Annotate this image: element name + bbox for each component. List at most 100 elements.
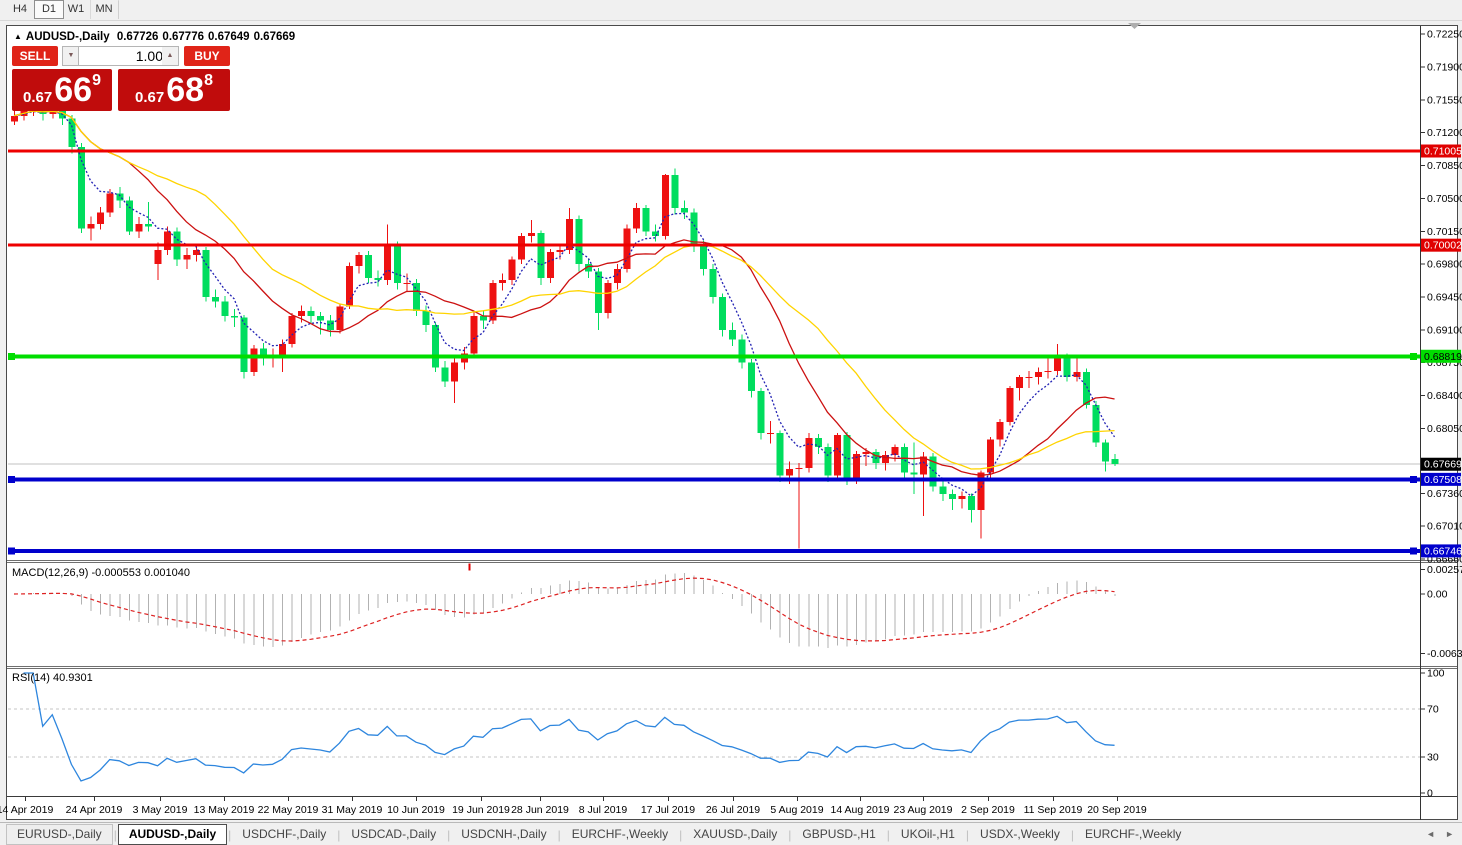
candle-body bbox=[317, 315, 325, 321]
level-handle[interactable] bbox=[8, 475, 15, 483]
candle-body bbox=[240, 317, 248, 373]
tab-eurchf-weekly[interactable]: EURCHF-,Weekly bbox=[1075, 825, 1191, 844]
candle-body bbox=[738, 339, 746, 363]
chevron-down-icon: ▼ bbox=[67, 52, 75, 59]
ohlc-low: 0.67649 bbox=[208, 31, 250, 43]
date-label: 2 Sep 2019 bbox=[961, 804, 1015, 816]
tab-usdcnh-daily[interactable]: USDCNH-,Daily bbox=[451, 825, 556, 844]
chart-symbol-label: AUDUSD-,Daily bbox=[25, 31, 110, 43]
level-handle[interactable] bbox=[1410, 475, 1417, 483]
chart-canvas[interactable]: 0.72250 0.71900 0.71550 0.71200 0.70850 0.705… bbox=[0, 0, 1462, 845]
symbol-tab-bar: EURUSD-,Daily | AUDUSD-,Daily | USDCHF-,Dail… bbox=[0, 822, 1462, 845]
candle-body bbox=[1015, 376, 1023, 389]
candle-body bbox=[901, 447, 909, 473]
rsi-axis-label: 70 bbox=[1427, 704, 1439, 716]
date-label: 10 Jun 2019 bbox=[387, 804, 445, 816]
candle-body bbox=[135, 223, 143, 232]
candle-body bbox=[537, 233, 545, 279]
candle-body bbox=[642, 207, 650, 232]
candle-body bbox=[1034, 372, 1042, 377]
macd-axis-label: -0.006326 bbox=[1427, 648, 1462, 660]
candle-body bbox=[298, 311, 306, 316]
candle-body bbox=[365, 254, 373, 279]
level-handle[interactable] bbox=[1410, 352, 1417, 360]
candle-body bbox=[470, 315, 478, 354]
tab-eurusd-daily[interactable]: EURUSD-,Daily bbox=[6, 824, 113, 845]
candle-body bbox=[834, 435, 842, 476]
candle-body bbox=[776, 433, 784, 476]
candle-body bbox=[939, 486, 947, 495]
candle-body bbox=[355, 254, 363, 267]
tab-scroll-left-icon[interactable]: ◄ bbox=[1426, 829, 1435, 839]
macd-signal-line bbox=[13, 577, 1115, 642]
buy-price-display[interactable]: 0.67 68 8 bbox=[118, 69, 230, 111]
candle-body bbox=[211, 297, 219, 302]
date-label: 3 May 2019 bbox=[133, 804, 188, 816]
level-handle[interactable] bbox=[8, 547, 15, 555]
level-price-label: 0.66746 bbox=[1424, 545, 1462, 557]
candle-body bbox=[968, 496, 975, 511]
candle-body bbox=[164, 231, 172, 251]
price-tick-label: 0.71200 bbox=[1427, 127, 1462, 139]
collapse-triangle-icon[interactable]: ▲ bbox=[14, 32, 22, 41]
price-tick-label: 0.69450 bbox=[1427, 292, 1462, 304]
tab-ukoil-h1[interactable]: UKOil-,H1 bbox=[891, 825, 965, 844]
buy-price-main: 68 bbox=[166, 71, 205, 109]
candle-body bbox=[499, 280, 507, 283]
rsi-axis-label: 100 bbox=[1427, 668, 1445, 680]
ma-line-fast bbox=[13, 110, 1116, 497]
candle-body bbox=[508, 259, 516, 281]
candle-body bbox=[633, 207, 641, 229]
autoscroll-icon[interactable] bbox=[1128, 23, 1141, 29]
candle-body bbox=[805, 437, 813, 468]
date-label: 14 Aug 2019 bbox=[831, 804, 890, 816]
level-handle[interactable] bbox=[8, 352, 15, 360]
candle-body bbox=[518, 235, 526, 260]
rsi-indicator-label: RSI(14) 40.9301 bbox=[12, 672, 93, 684]
candle-body bbox=[11, 115, 18, 122]
candle-body bbox=[384, 245, 392, 281]
macd-marker-tick bbox=[468, 563, 471, 571]
date-label: 8 Jul 2019 bbox=[579, 804, 628, 816]
candle-body bbox=[441, 367, 449, 382]
date-label: 31 May 2019 bbox=[322, 804, 383, 816]
candle-body bbox=[996, 421, 1004, 440]
candle-body bbox=[1054, 358, 1062, 372]
tab-usdcad-daily[interactable]: USDCAD-,Daily bbox=[341, 825, 446, 844]
candle-body bbox=[345, 266, 353, 307]
volume-increase-button[interactable]: ▲ bbox=[162, 46, 179, 66]
tab-usdchf-daily[interactable]: USDCHF-,Daily bbox=[232, 825, 336, 844]
tab-audusd-daily[interactable]: AUDUSD-,Daily bbox=[117, 824, 228, 845]
moving-average-lines bbox=[13, 110, 1116, 497]
buy-button[interactable]: BUY bbox=[184, 46, 230, 66]
candle-body bbox=[374, 278, 382, 281]
level-price-label: 0.70002 bbox=[1424, 240, 1462, 252]
tab-eurchf-weekly[interactable]: EURCHF-,Weekly bbox=[562, 825, 678, 844]
candle-body bbox=[824, 447, 832, 476]
tab-scroll-right-icon[interactable]: ► bbox=[1445, 829, 1454, 839]
chart-title: ▲ AUDUSD-,Daily 0.67726 0.67776 0.67649 0.67… bbox=[14, 31, 299, 43]
tab-usdx-weekly[interactable]: USDX-,Weekly bbox=[970, 825, 1070, 844]
rsi-panel: 100 70 30 0 bbox=[8, 668, 1445, 800]
candle-body bbox=[747, 362, 755, 391]
tab-gbpusd-h1[interactable]: GBPUSD-,H1 bbox=[792, 825, 885, 844]
candle-body bbox=[814, 437, 822, 448]
candle-body bbox=[1092, 404, 1100, 443]
date-label: 19 Jun 2019 bbox=[452, 804, 510, 816]
sell-price-display[interactable]: 0.67 66 9 bbox=[12, 69, 112, 111]
candle-body bbox=[221, 301, 229, 316]
volume-input[interactable]: 1.00 bbox=[78, 46, 167, 66]
candle-body bbox=[910, 472, 918, 475]
candle-body bbox=[336, 306, 344, 330]
candle-body bbox=[106, 193, 114, 213]
buy-price-prefix: 0.67 bbox=[135, 89, 165, 106]
tab-xauusd-daily[interactable]: XAUUSD-,Daily bbox=[683, 825, 787, 844]
sell-button[interactable]: SELL bbox=[12, 46, 58, 66]
level-handle[interactable] bbox=[1410, 547, 1417, 555]
candle-body bbox=[958, 496, 966, 499]
candle-body bbox=[671, 174, 679, 208]
rsi-axis-label: 30 bbox=[1427, 752, 1439, 764]
ohlc-close: 0.67669 bbox=[253, 31, 296, 43]
candle-body bbox=[288, 315, 296, 344]
candle-body bbox=[728, 329, 736, 340]
